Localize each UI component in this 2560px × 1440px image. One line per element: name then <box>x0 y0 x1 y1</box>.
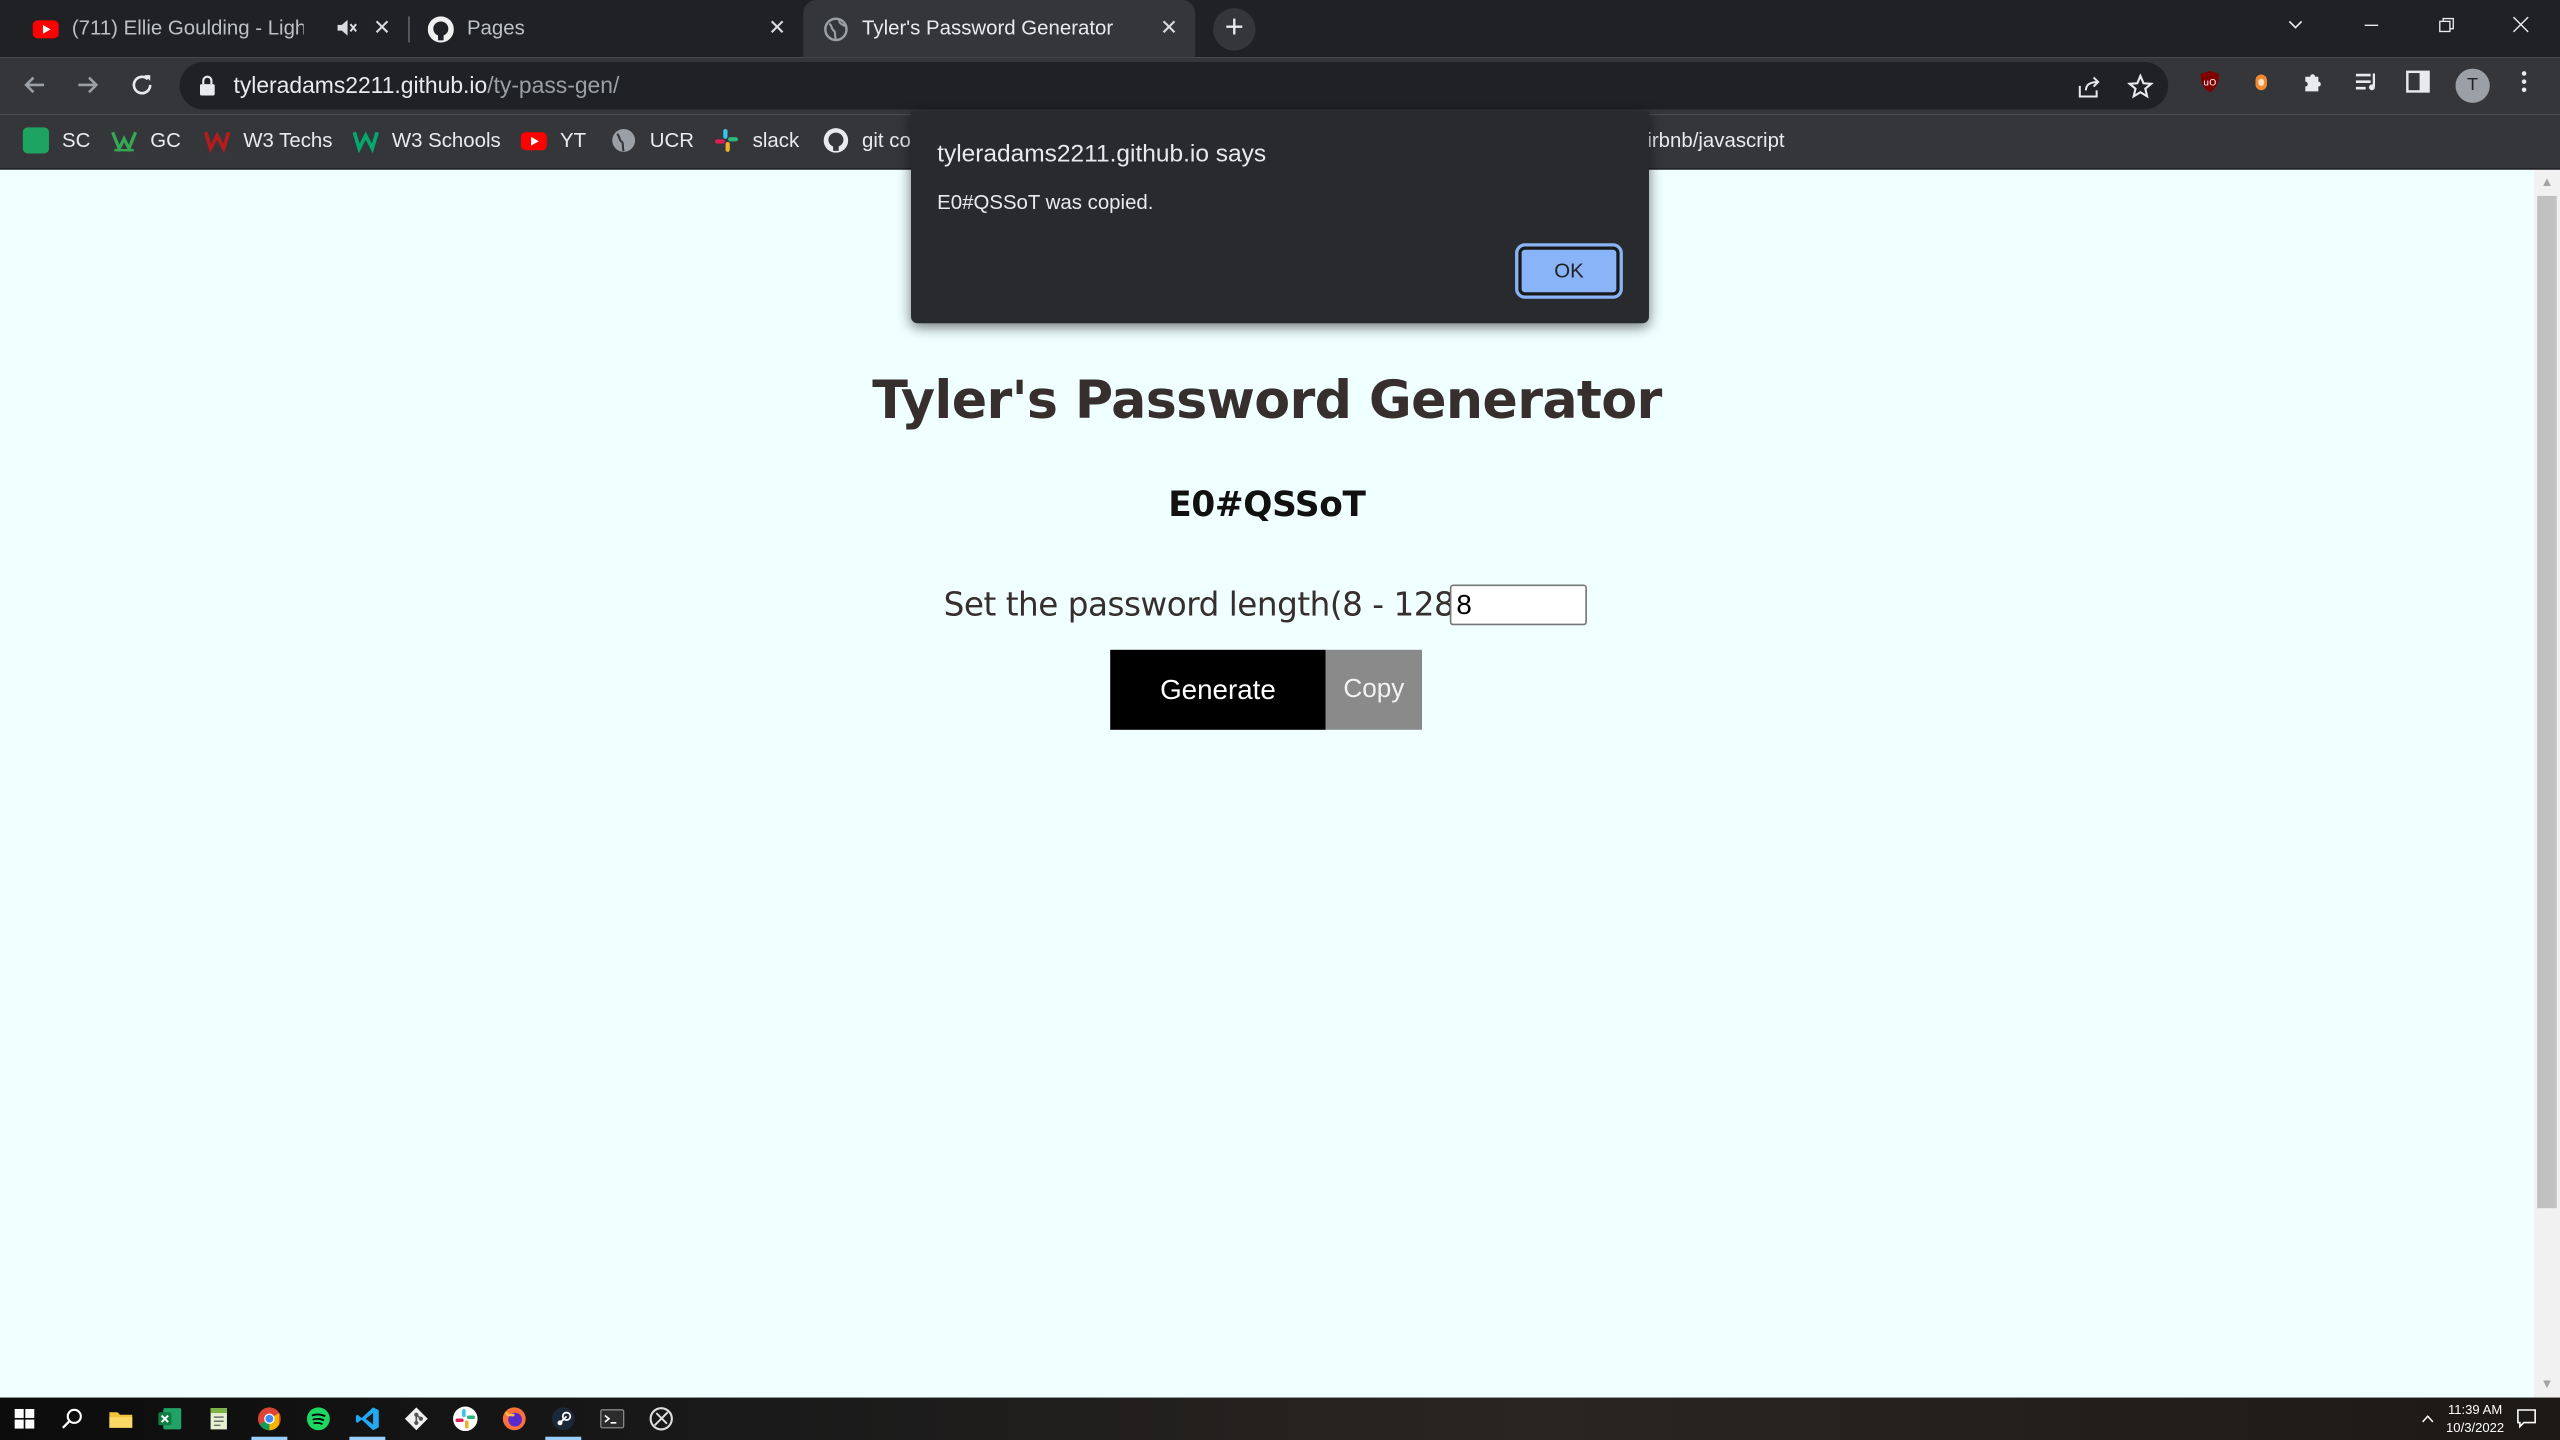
search-icon[interactable] <box>59 1406 85 1432</box>
close-icon[interactable]: ✕ <box>369 15 395 41</box>
scrollbar-thumb[interactable] <box>2537 195 2557 1209</box>
youtube-icon <box>32 20 59 39</box>
chevron-up-icon[interactable] <box>2420 1411 2436 1427</box>
bookmark-w3schools[interactable]: W3 Schools <box>352 126 501 155</box>
minimize-icon[interactable] <box>2333 0 2408 54</box>
bookmark-gc[interactable]: GC <box>111 126 181 155</box>
lock-icon[interactable] <box>199 75 215 96</box>
bookmark-label: SC <box>62 128 91 152</box>
sc-icon <box>22 127 49 154</box>
chrome-icon[interactable] <box>256 1406 282 1432</box>
address-bar[interactable]: tyleradams2211.github.io/ty-pass-gen/ <box>179 62 2169 110</box>
firefox-icon[interactable] <box>501 1406 527 1432</box>
taskbar: 11:39 AM 10/3/2022 <box>0 1397 2560 1440</box>
bookmark-git[interactable]: git co <box>823 126 911 155</box>
bookmark-label: slack <box>752 128 800 152</box>
bookmark-label: git co <box>862 128 911 152</box>
reload-icon[interactable] <box>121 64 163 106</box>
file-explorer-icon[interactable] <box>108 1406 134 1432</box>
notepad-icon[interactable] <box>206 1406 232 1432</box>
copy-button[interactable]: Copy <box>1325 649 1423 730</box>
clock-time[interactable]: 11:39 AM <box>2446 1402 2505 1417</box>
github-icon <box>823 128 849 153</box>
tab-strip: (711) Ellie Goulding - Lights ( ✕ Pages … <box>0 0 2560 58</box>
generate-button[interactable]: Generate <box>1110 649 1326 730</box>
github-icon <box>427 16 454 43</box>
url-host: tyleradams2211.github.io <box>233 71 488 98</box>
close-icon[interactable]: ✕ <box>764 15 790 41</box>
snipping-tool-icon[interactable] <box>648 1406 674 1432</box>
screen: (711) Ellie Goulding - Lights ( ✕ Pages … <box>0 0 2560 1440</box>
extension-icon[interactable] <box>2245 69 2278 102</box>
page-content: Tyler's Password Generator E0#QSSoT Set … <box>0 169 2534 1398</box>
tab-title: Tyler's Password Generator <box>862 16 1114 40</box>
tab-title: Pages <box>466 16 525 40</box>
bookmark-sc[interactable]: SC <box>22 126 91 155</box>
scroll-down-icon[interactable]: ▼ <box>2534 1371 2560 1397</box>
dialog-title: tyleradams2211.github.io says <box>937 140 1267 169</box>
page-title: Tyler's Password Generator <box>872 368 1662 432</box>
close-icon[interactable]: ✕ <box>1156 15 1182 41</box>
bookmark-label: W3 Schools <box>391 128 501 152</box>
bookmark-w3techs[interactable]: W3 Techs <box>204 126 333 155</box>
globe-icon <box>824 17 848 42</box>
media-control-icon[interactable] <box>2349 69 2382 102</box>
terminal-icon[interactable] <box>599 1406 625 1432</box>
extensions-puzzle-icon[interactable] <box>2297 69 2330 102</box>
side-panel-icon[interactable] <box>2402 69 2435 102</box>
ok-button[interactable]: OK <box>1515 243 1623 299</box>
tab-youtube[interactable]: (711) Ellie Goulding - Lights ( ✕ <box>13 0 408 57</box>
length-label: Set the password length(8 - 128): <box>943 584 1478 624</box>
bookmark-airbnb-javascript[interactable]: irbnb/javascript <box>1647 126 1784 155</box>
browser-toolbar: tyleradams2211.github.io/ty-pass-gen/ uO… <box>0 57 2560 115</box>
steam-icon[interactable] <box>550 1406 576 1432</box>
ublock-icon[interactable]: uO <box>2193 69 2226 102</box>
bookmark-star-icon[interactable] <box>2126 72 2155 101</box>
scroll-up-icon[interactable]: ▲ <box>2534 170 2560 196</box>
bookmark-label: YT <box>560 128 587 152</box>
alert-dialog: tyleradams2211.github.io says E0#QSSoT w… <box>911 111 1649 324</box>
forward-icon[interactable] <box>67 64 109 106</box>
bookmark-slack[interactable]: slack <box>713 126 799 155</box>
restore-icon[interactable] <box>2408 0 2483 54</box>
new-tab-button[interactable]: + <box>1213 8 1256 51</box>
tab-password-generator[interactable]: Tyler's Password Generator ✕ <box>803 0 1196 58</box>
bookmark-label: irbnb/javascript <box>1647 128 1785 152</box>
close-window-icon[interactable] <box>2483 0 2558 54</box>
tab-search-icon[interactable] <box>2258 0 2333 54</box>
tab-pages[interactable]: Pages ✕ <box>408 0 803 57</box>
bookmark-label: W3 Techs <box>243 128 333 152</box>
w3schools-icon <box>352 131 379 154</box>
share-icon[interactable] <box>2073 72 2102 101</box>
back-icon[interactable] <box>13 64 55 106</box>
generated-password: E0#QSSoT <box>1168 484 1366 525</box>
length-input[interactable]: 8 <box>1449 584 1587 626</box>
bookmark-label: UCR <box>649 128 695 152</box>
more-menu-icon[interactable] <box>2508 69 2541 102</box>
svg-text:uO: uO <box>2202 77 2215 88</box>
w3techs-icon <box>204 131 231 154</box>
speaker-muted-icon[interactable] <box>335 16 358 39</box>
gc-icon <box>111 131 138 153</box>
url-text[interactable]: tyleradams2211.github.io/ty-pass-gen/ <box>233 72 619 98</box>
profile-avatar[interactable]: T <box>2455 68 2490 103</box>
globe-icon <box>612 128 636 152</box>
bookmark-ucr[interactable]: UCR <box>611 126 694 155</box>
spotify-icon[interactable] <box>305 1406 331 1432</box>
excel-icon[interactable] <box>157 1406 183 1432</box>
slack-icon <box>715 128 738 152</box>
bookmark-label: GC <box>150 128 181 152</box>
youtube-icon <box>520 132 547 151</box>
dialog-message: E0#QSSoT was copied. <box>937 191 1154 214</box>
url-path: /ty-pass-gen/ <box>487 71 620 98</box>
notification-icon[interactable] <box>2516 1407 2537 1429</box>
bookmark-yt[interactable]: YT <box>520 126 587 155</box>
slack-icon[interactable] <box>452 1406 478 1432</box>
windows-start-icon[interactable] <box>11 1406 37 1432</box>
vscode-icon[interactable] <box>354 1406 380 1432</box>
tab-title: (711) Ellie Goulding - Lights ( <box>71 16 304 40</box>
clock-date[interactable]: 10/3/2022 <box>2446 1420 2505 1435</box>
git-icon[interactable] <box>403 1406 429 1432</box>
